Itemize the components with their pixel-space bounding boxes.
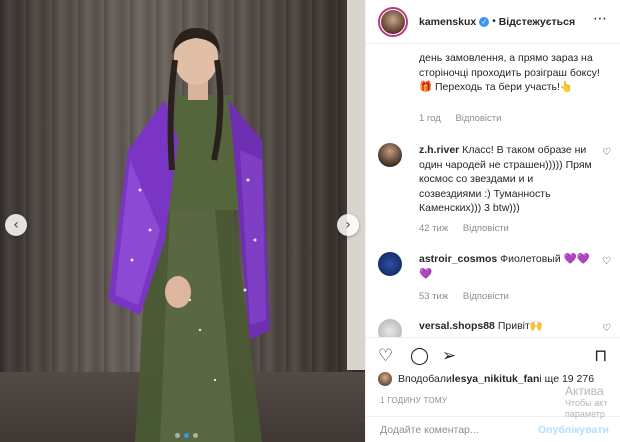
bookmark-icon[interactable]: ⊓ — [594, 346, 607, 366]
comment-reply-link[interactable]: Відповісти — [463, 223, 509, 234]
caption-time: 1 год — [419, 113, 441, 124]
author-username[interactable]: kamenskux — [419, 16, 476, 28]
carousel-dots — [175, 433, 198, 438]
caption-meta: 1 год Відповісти — [419, 113, 513, 124]
more-options-icon[interactable]: ⋯ — [593, 11, 607, 27]
commenter-username[interactable]: versal.shops88 — [419, 320, 495, 332]
comment-meta: 53 тиж Відповісти — [419, 291, 521, 302]
watermark-line: Чтобы акт — [565, 398, 608, 408]
verified-badge-icon: ✓ — [479, 16, 490, 27]
commenter-username[interactable]: astroir_cosmos — [419, 253, 497, 265]
comment-time: 42 тиж — [419, 223, 449, 234]
next-image-button[interactable]: › — [337, 214, 359, 236]
commenter-avatar[interactable] — [378, 143, 402, 167]
comment-item: z.h.river Класс! В таком образе ни один … — [378, 143, 613, 234]
carousel-dot — [193, 433, 198, 438]
liker-username[interactable]: lesya_nikituk_fan — [452, 373, 540, 385]
windows-activation-watermark: Актива Чтобы акт параметр — [565, 385, 620, 420]
instagram-post-view: ‹ › kamenskux ✓ • Відстежується ⋯ день з… — [0, 0, 620, 442]
comment-item: astroir_cosmos Фиолетовый 💜💜💜 ♡ 53 тиж В… — [378, 252, 613, 304]
comment-meta: 42 тиж Відповісти — [419, 223, 521, 234]
hand — [165, 276, 191, 308]
carousel-dot — [175, 433, 180, 438]
post-photo: ‹ › — [0, 0, 365, 442]
watermark-title: Актива — [565, 384, 604, 398]
comment-text-block: versal.shops88 Привіт🙌 — [419, 319, 594, 334]
liker-avatar[interactable] — [378, 372, 392, 386]
post-side-panel: kamenskux ✓ • Відстежується ⋯ день замов… — [365, 0, 620, 442]
commenter-avatar[interactable] — [378, 252, 402, 276]
add-comment-input[interactable] — [380, 423, 538, 436]
comment-like-heart-icon[interactable]: ♡ — [602, 256, 611, 267]
header-separator: • — [492, 16, 496, 27]
post-action-bar: ♡ ◯ ➢ ⊓ — [366, 337, 620, 373]
share-icon[interactable]: ➢ — [442, 346, 456, 366]
author-avatar[interactable] — [378, 6, 408, 37]
post-timestamp: 1 ГОДИНУ ТОМУ — [380, 396, 448, 405]
woman-figure — [108, 28, 270, 442]
comment-item: versal.shops88 Привіт🙌 ♡ — [378, 319, 613, 337]
commenter-avatar[interactable] — [378, 319, 402, 337]
comment-icon[interactable]: ◯ — [410, 346, 429, 366]
watermark-line: параметр — [565, 409, 605, 419]
previous-image-button[interactable]: ‹ — [5, 214, 27, 236]
post-caption: день замовлення, а прямо зараз на сторін… — [419, 52, 600, 93]
comment-reply-link[interactable]: Відповісти — [463, 291, 509, 302]
following-button[interactable]: Відстежується — [499, 16, 575, 28]
carousel-dot-active — [184, 433, 189, 438]
caption-reply-link[interactable]: Відповісти — [455, 113, 501, 124]
comment-text-block: z.h.river Класс! В таком образе ни один … — [419, 143, 594, 216]
publish-button[interactable]: Опублікувати — [538, 424, 609, 436]
comment-like-heart-icon[interactable]: ♡ — [602, 147, 611, 158]
likes-prefix: Вподобали — [398, 373, 452, 385]
comment-text-block: astroir_cosmos Фиолетовый 💜💜💜 — [419, 252, 594, 281]
comment-like-heart-icon[interactable]: ♡ — [602, 323, 611, 334]
comment-text: Привіт🙌 — [497, 320, 543, 332]
heart-icon[interactable]: ♡ — [378, 346, 393, 366]
commenter-username[interactable]: z.h.river — [419, 144, 459, 156]
post-header: kamenskux ✓ • Відстежується ⋯ — [366, 0, 620, 44]
comment-time: 53 тиж — [419, 291, 449, 302]
